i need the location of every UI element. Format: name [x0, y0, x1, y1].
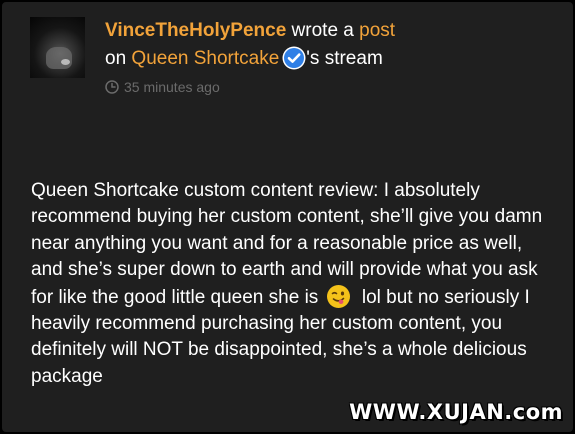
header-verb: wrote a [286, 20, 360, 41]
header-on: on [105, 48, 132, 69]
timestamp: 35 minutes ago [105, 78, 220, 96]
stream-owner-link[interactable]: Queen Shortcake [131, 48, 279, 69]
watermark: WWW.XUJAN.com [349, 400, 563, 424]
author-link[interactable]: VinceTheHolyPence [105, 20, 286, 41]
post-card: VinceTheHolyPence wrote a post on Queen … [0, 0, 575, 434]
post-body: Queen Shortcake custom content review: I… [31, 178, 551, 390]
avatar-highlight [61, 59, 70, 65]
verified-badge-icon [282, 46, 306, 70]
timestamp-text: 35 minutes ago [124, 79, 220, 95]
post-link[interactable]: post [359, 20, 395, 41]
winking-tongue-emoji-icon [326, 284, 351, 309]
post-header: VinceTheHolyPence wrote a post on Queen … [105, 17, 545, 73]
stream-suffix: 's stream [306, 48, 383, 69]
avatar-figure [46, 47, 72, 69]
clock-icon [105, 80, 119, 94]
avatar[interactable] [30, 17, 85, 78]
